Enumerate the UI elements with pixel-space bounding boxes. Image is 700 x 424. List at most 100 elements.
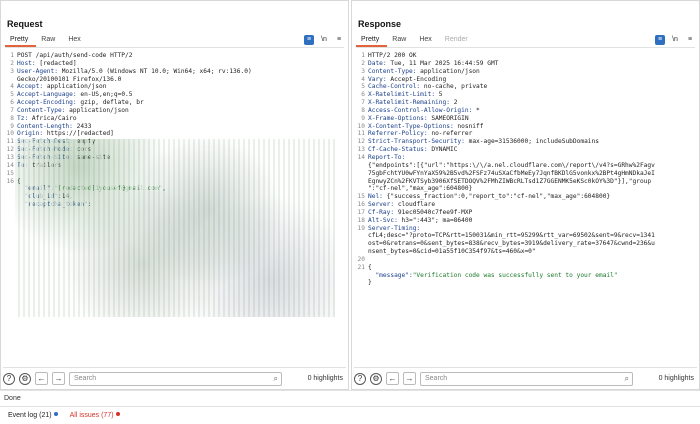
code-line: 9 Content-Length: 2433: [3, 123, 346, 131]
line-text: nsent_bytes=0&cid=01a55f10C354f97&ts=460…: [368, 248, 536, 256]
line-number: [354, 279, 365, 287]
help-icon[interactable]: ?: [354, 372, 366, 385]
header-name: Alt-Svc:: [368, 216, 402, 224]
header-value: [redacted]: [39, 59, 77, 67]
help-icon[interactable]: ?: [3, 372, 15, 385]
code-line: 1 HTTP/2 200 OK: [354, 52, 697, 60]
line-number: 8: [10, 114, 14, 122]
request-search-input[interactable]: Search ⌕: [69, 371, 282, 386]
line-number: 16: [357, 201, 365, 209]
event-log-link[interactable]: Event log (21): [8, 412, 58, 419]
line-number: 9: [361, 114, 365, 122]
line-content: X-Content-Type-Options: nosniff: [368, 123, 697, 131]
header-name: Strict-Transport-Security:: [368, 138, 469, 146]
header-name: X-Frame-Options:: [368, 114, 432, 122]
line-content: Cf-Cache-Status: DYNAMIC: [368, 146, 697, 154]
response-highlights-count: 0 highlights: [658, 375, 694, 382]
line-number: [3, 201, 14, 209]
pretty-print-icon[interactable]: ≡: [655, 35, 665, 45]
line-content: Alt-Svc: h3=":443"; ma=86400: [368, 217, 697, 225]
all-issues-link[interactable]: All issues (77): [70, 412, 120, 419]
event-log-dot-icon: [53, 412, 58, 416]
line-content: Content-Type: application/json: [368, 68, 697, 76]
code-line: 21{: [354, 264, 697, 272]
request-tab-pretty[interactable]: Pretty: [5, 34, 37, 47]
response-tab-pretty[interactable]: Pretty: [356, 34, 388, 47]
code-line: 20: [354, 256, 697, 264]
next-arrow-icon[interactable]: →: [52, 372, 65, 385]
request-search-placeholder: Search: [74, 374, 97, 382]
response-tab-render[interactable]: Render: [440, 34, 476, 47]
line-number: 1: [10, 52, 14, 59]
response-tab-hex[interactable]: Hex: [414, 34, 439, 47]
header-value: no-referrer: [431, 130, 473, 138]
response-search-input[interactable]: Search ⌕: [420, 371, 633, 386]
line-content: User-Agent: Mozilla/5.0 (Windows NT 10.0…: [17, 68, 346, 76]
search-icon[interactable]: ⌕: [625, 373, 629, 385]
line-number: 13: [6, 153, 14, 161]
line-number: 13: [357, 146, 365, 154]
code-line: 16 Server: cloudflare: [354, 201, 697, 209]
header-value: 2: [453, 99, 458, 107]
line-content: Nel: {"success_fraction":0,"report_to":"…: [368, 193, 697, 201]
settings-gear-icon[interactable]: ⚙: [19, 372, 31, 385]
line-number: 19: [357, 224, 365, 232]
header-name: Cf-Cache-Status:: [368, 146, 432, 154]
line-text: EgnwyZCn%2FKVTSyb3906XfSETDOQV%2FMhZIWBc…: [368, 177, 652, 185]
line-content: Date: Tue, 11 Mar 2025 16:44:59 GMT: [368, 60, 697, 68]
line-text: }: [368, 279, 372, 287]
header-name: Nel:: [368, 193, 387, 201]
header-name: Vary:: [368, 75, 391, 83]
request-tab-hex[interactable]: Hex: [63, 34, 88, 47]
line-number: 17: [357, 208, 365, 216]
line-content: Host: [redacted]: [17, 60, 346, 68]
newline-toggle-icon[interactable]: \n: [319, 35, 329, 45]
code-line: ":"cf-nel","max_age":604800}: [354, 185, 697, 193]
line-content: X-Ratelimit-Remaining: 2: [368, 99, 697, 107]
response-tab-raw[interactable]: Raw: [387, 34, 414, 47]
request-tabs: Pretty Raw Hex: [5, 35, 344, 48]
response-editor-tools: ≡ \n ≡: [655, 35, 695, 45]
redacted-token-area: [15, 139, 335, 317]
code-line: 3 User-Agent: Mozilla/5.0 (Windows NT 10.…: [3, 68, 346, 76]
header-value: cloudflare: [397, 201, 436, 209]
request-search-bar: ? ⚙ ← → Search ⌕ 0 highlights: [3, 367, 346, 387]
line-text: "Verification code was successfully sent…: [412, 271, 618, 279]
code-line: 11 Referrer-Policy: no-referrer: [354, 130, 697, 138]
line-number: [354, 272, 365, 280]
code-line: ost=0&retrans=0&sent_bytes=838&recv_byte…: [354, 240, 697, 248]
line-number: [3, 76, 14, 84]
event-log-label: Event log (21): [8, 412, 52, 419]
code-line: 1 POST /api/auth/send-code HTTP/2: [3, 52, 346, 60]
line-text: HTTP/2 200 OK: [368, 52, 417, 59]
next-arrow-icon[interactable]: →: [403, 372, 416, 385]
search-icon[interactable]: ⌕: [274, 373, 278, 385]
line-number: 7: [10, 106, 14, 114]
menu-icon[interactable]: ≡: [685, 35, 695, 45]
header-name: Accept-Encoding:: [17, 99, 81, 107]
settings-gear-icon[interactable]: ⚙: [370, 372, 382, 385]
response-editor[interactable]: 1 HTTP/2 200 OK 2 Date: Tue, 11 Mar 2025 16…: [354, 52, 697, 365]
header-name: Date:: [368, 59, 391, 67]
line-content: Accept-Language: en-US,en;q=0.5: [17, 91, 346, 99]
pretty-print-icon[interactable]: ≡: [304, 35, 314, 45]
line-content: Strict-Transport-Security: max-age=31536…: [368, 138, 697, 146]
line-number: 2: [10, 59, 14, 67]
header-name: Tz:: [17, 114, 32, 122]
line-content: POST /api/auth/send-code HTTP/2: [17, 52, 346, 60]
menu-icon[interactable]: ≡: [334, 35, 344, 45]
code-line: {"endpoints":[{"url":"https:\/\/a.nel.cl…: [354, 162, 697, 170]
previous-arrow-icon[interactable]: ←: [35, 372, 48, 385]
line-text: {"endpoints":[{"url":"https:\/\/a.nel.cl…: [368, 161, 655, 169]
header-name: Content-Length:: [17, 122, 77, 130]
code-line: 75gbFchtYU0wFYnYaX59%2B5vd%2FSFz74uSXaCf…: [354, 170, 697, 178]
header-name: Content-Type:: [17, 106, 70, 114]
request-tab-raw[interactable]: Raw: [36, 34, 63, 47]
line-content: Server-Timing:: [368, 225, 697, 233]
line-content: Content-Length: 2433: [17, 123, 346, 131]
line-number: 14: [6, 161, 14, 169]
newline-toggle-icon[interactable]: \n: [670, 35, 680, 45]
code-line: nsent_bytes=0&cid=01a55f10C354f97&ts=460…: [354, 248, 697, 256]
previous-arrow-icon[interactable]: ←: [386, 372, 399, 385]
header-value: SAMEORIGIN: [431, 114, 469, 122]
